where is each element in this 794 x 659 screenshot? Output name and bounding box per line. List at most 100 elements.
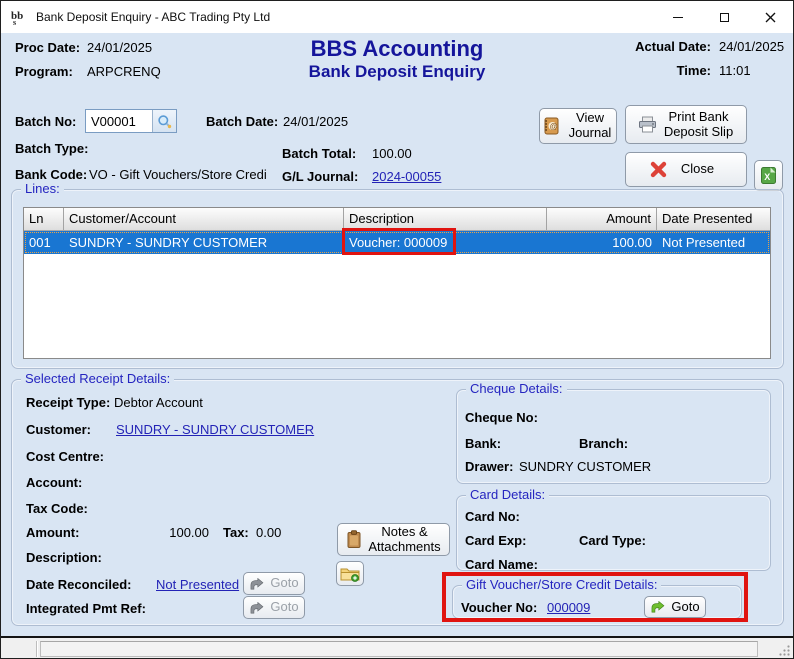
svg-text:X: X — [764, 172, 770, 182]
maximize-icon — [720, 13, 729, 22]
customer-link[interactable]: SUNDRY - SUNDRY CUSTOMER — [116, 422, 314, 437]
goto-reconciled-label: Goto — [270, 576, 298, 591]
card-exp-label: Card Exp: — [465, 533, 526, 548]
excel-icon: X — [760, 166, 777, 185]
status-bar-divider — [36, 641, 37, 657]
batch-type-label: Batch Type: — [15, 141, 88, 156]
batch-date-label: Batch Date: — [206, 114, 278, 129]
svg-text:@: @ — [550, 122, 558, 131]
receipt-type-value: Debtor Account — [114, 395, 203, 410]
description-label: Description: — [26, 550, 102, 565]
column-header-customer[interactable]: Customer/Account — [64, 208, 344, 230]
goto-reconciled-button: Goto — [243, 572, 305, 595]
goto-voucher-label: Goto — [671, 600, 699, 615]
title-bar: bb s Bank Deposit Enquiry - ABC Trading … — [1, 1, 793, 33]
column-header-ln[interactable]: Ln — [24, 208, 64, 230]
lines-table: Ln Customer/Account Description Amount D… — [23, 207, 771, 359]
resize-grip-icon — [778, 644, 791, 657]
date-reconciled-label: Date Reconciled: — [26, 577, 131, 592]
lines-group-title: Lines: — [21, 181, 64, 196]
goto-arrow-icon — [650, 601, 665, 613]
batch-date-value: 24/01/2025 — [283, 114, 348, 129]
column-header-description[interactable]: Description — [344, 208, 547, 230]
notes-attachments-label: Notes & Attachments — [368, 525, 442, 555]
row-date-presented: Not Presented — [657, 231, 770, 254]
journal-icon: @ — [542, 117, 560, 135]
voucher-no-link[interactable]: 000009 — [547, 600, 590, 615]
card-no-label: Card No: — [465, 509, 520, 524]
gift-voucher-title: Gift Voucher/Store Credit Details: — [462, 577, 661, 592]
goto-arrow-icon — [249, 578, 264, 590]
gl-journal-link[interactable]: 2024-00055 — [372, 169, 441, 184]
row-amount: 100.00 — [547, 231, 657, 254]
time-label: Time: — [631, 63, 711, 78]
integrated-pmt-ref-label: Integrated Pmt Ref: — [26, 601, 146, 616]
minimize-icon — [673, 17, 683, 18]
bank-code-value: VO - Gift Vouchers/Store Credi — [89, 167, 267, 182]
column-header-date-presented[interactable]: Date Presented — [657, 208, 770, 230]
window-title: Bank Deposit Enquiry - ABC Trading Pty L… — [36, 10, 270, 24]
actual-date-value: 24/01/2025 — [719, 39, 784, 54]
bank-label: Bank: — [465, 436, 501, 451]
goto-integrated-pmt-label: Goto — [270, 600, 298, 615]
batch-total-label: Batch Total: — [282, 146, 356, 161]
time-value: 11:01 — [719, 63, 751, 78]
customer-label: Customer: — [26, 422, 91, 437]
view-journal-button[interactable]: @ View Journal — [539, 108, 617, 144]
print-bank-deposit-slip-label: Print Bank Deposit Slip — [663, 110, 735, 140]
batch-total-value: 100.00 — [372, 146, 412, 161]
printer-icon — [638, 116, 657, 133]
status-message-panel — [40, 641, 758, 657]
actual-date-label: Actual Date: — [631, 39, 711, 54]
export-excel-button[interactable]: X — [754, 160, 783, 191]
app-logo-icon: bb s — [10, 8, 28, 26]
close-x-icon — [650, 161, 667, 178]
folder-add-icon — [340, 566, 360, 582]
goto-integrated-pmt-button: Goto — [243, 596, 305, 619]
close-window-button[interactable] — [747, 1, 793, 33]
batch-no-label: Batch No: — [15, 114, 76, 129]
amount-label: Amount: — [26, 525, 79, 540]
batch-no-search-button[interactable] — [152, 110, 176, 132]
card-details-title: Card Details: — [466, 487, 549, 502]
batch-no-lookup — [85, 109, 177, 133]
clipboard-icon — [346, 530, 362, 549]
receipt-details-title: Selected Receipt Details: — [21, 371, 174, 386]
resize-grip[interactable] — [778, 644, 791, 657]
app-window: bb s Bank Deposit Enquiry - ABC Trading … — [0, 0, 794, 659]
column-header-amount[interactable]: Amount — [547, 208, 657, 230]
gl-journal-label: G/L Journal: — [282, 169, 358, 184]
row-ln: 001 — [24, 231, 64, 254]
card-type-label: Card Type: — [579, 533, 646, 548]
search-icon — [157, 114, 172, 129]
tax-code-label: Tax Code: — [26, 501, 88, 516]
print-bank-deposit-slip-button[interactable]: Print Bank Deposit Slip — [625, 105, 747, 144]
goto-voucher-button[interactable]: Goto — [644, 596, 706, 618]
notes-attachments-button[interactable]: Notes & Attachments — [337, 523, 450, 556]
add-attachment-button[interactable] — [336, 561, 364, 586]
row-customer: SUNDRY - SUNDRY CUSTOMER — [64, 231, 344, 254]
tax-label: Tax: — [223, 525, 249, 540]
drawer-value: SUNDRY CUSTOMER — [519, 459, 651, 474]
cost-centre-label: Cost Centre: — [26, 449, 104, 464]
lines-table-header: Ln Customer/Account Description Amount D… — [24, 208, 770, 231]
batch-no-input[interactable] — [86, 110, 152, 132]
cheque-no-label: Cheque No: — [465, 410, 538, 425]
status-bar — [1, 636, 793, 659]
minimize-button[interactable] — [655, 1, 701, 33]
voucher-no-label: Voucher No: — [461, 600, 537, 615]
view-journal-label: View Journal — [566, 111, 614, 141]
close-icon — [765, 12, 776, 23]
bank-code-label: Bank Code: — [15, 167, 87, 182]
close-button[interactable]: Close — [625, 152, 747, 187]
maximize-button[interactable] — [701, 1, 747, 33]
table-row[interactable]: 001 SUNDRY - SUNDRY CUSTOMER Voucher: 00… — [24, 231, 770, 254]
goto-arrow-icon — [249, 602, 264, 614]
drawer-label: Drawer: — [465, 459, 513, 474]
account-label: Account: — [26, 475, 82, 490]
cheque-details-title: Cheque Details: — [466, 381, 567, 396]
svg-text:s: s — [13, 18, 16, 26]
row-description: Voucher: 000009 — [344, 231, 547, 254]
date-reconciled-link[interactable]: Not Presented — [156, 577, 239, 592]
branch-label: Branch: — [579, 436, 628, 451]
